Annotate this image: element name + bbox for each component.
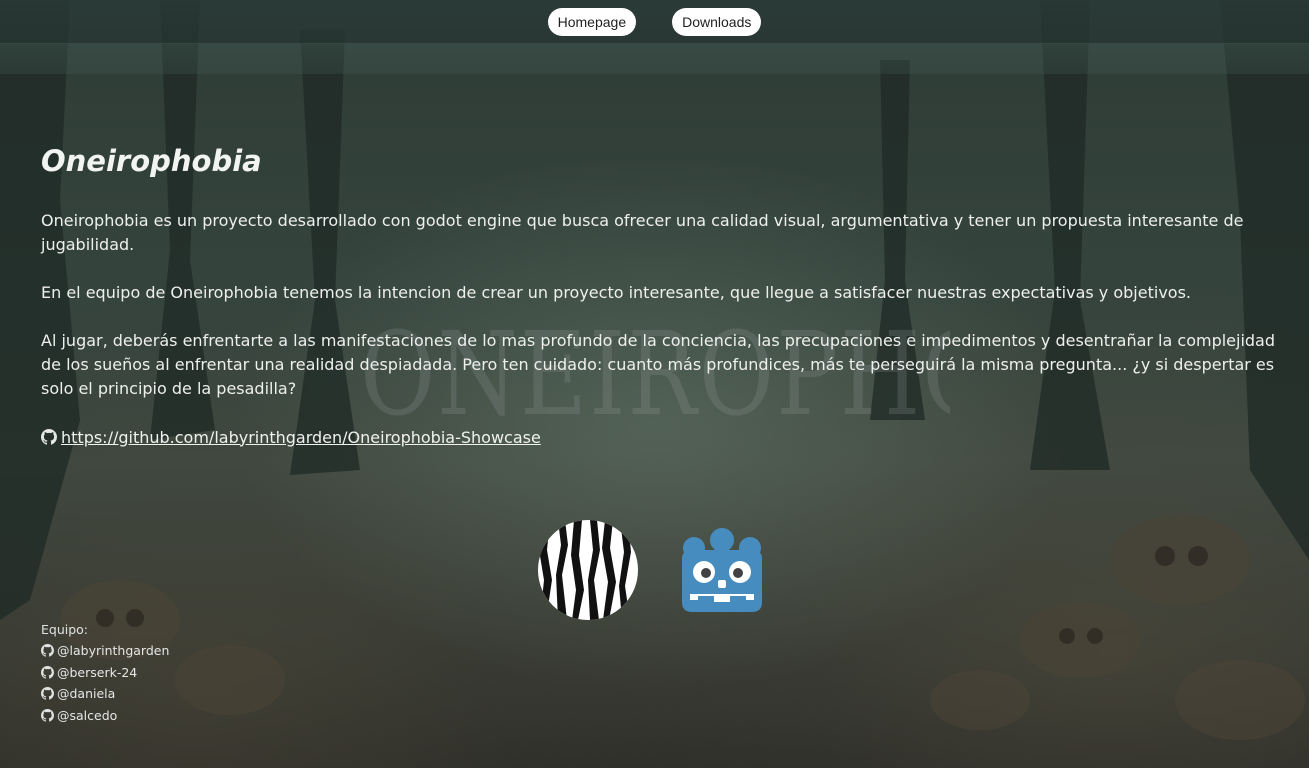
studio-logo-icon (537, 520, 638, 620)
team-label: Equipo: (41, 622, 89, 637)
team-section: Equipo: @labyrinthgarden @berserk-24 @da… (41, 620, 169, 726)
nav-downloads-button[interactable]: Downloads (672, 8, 762, 36)
main-content: Oneirophobia Oneirophobia es un proyecto… (41, 140, 1281, 449)
github-icon (41, 687, 54, 700)
repo-line: https://github.com/labyrinthgarden/Oneir… (41, 425, 1281, 449)
logo-row (0, 520, 1309, 620)
description-paragraph-2: En el equipo de Oneirophobia tenemos la … (41, 283, 1191, 302)
team-member[interactable]: @labyrinthgarden (41, 640, 169, 662)
nav-homepage-button[interactable]: Homepage (547, 8, 637, 36)
team-member-name: @labyrinthgarden (57, 643, 170, 659)
github-icon (41, 708, 54, 722)
team-member-name: @berserk-24 (57, 664, 138, 680)
description-paragraph-1: Oneirophobia es un proyecto desarrollado… (41, 211, 1244, 254)
top-banner: Homepage Downloads (0, 0, 1309, 74)
team-member[interactable]: @daniela (41, 683, 169, 705)
main-nav: Homepage Downloads (0, 8, 1309, 36)
github-icon (41, 665, 54, 679)
godot-engine-icon (681, 528, 762, 612)
page-title: Oneirophobia (41, 144, 262, 178)
team-member[interactable]: @berserk-24 (41, 662, 169, 684)
repo-link[interactable]: https://github.com/labyrinthgarden/Oneir… (61, 428, 541, 447)
description-paragraph-3: Al jugar, deberás enfrentarte a las mani… (41, 331, 1276, 398)
github-icon (41, 644, 54, 657)
github-icon (41, 429, 57, 445)
team-member-name: @salcedo (57, 707, 118, 723)
team-member-name: @daniela (57, 686, 116, 702)
team-member[interactable]: @salcedo (41, 705, 169, 727)
